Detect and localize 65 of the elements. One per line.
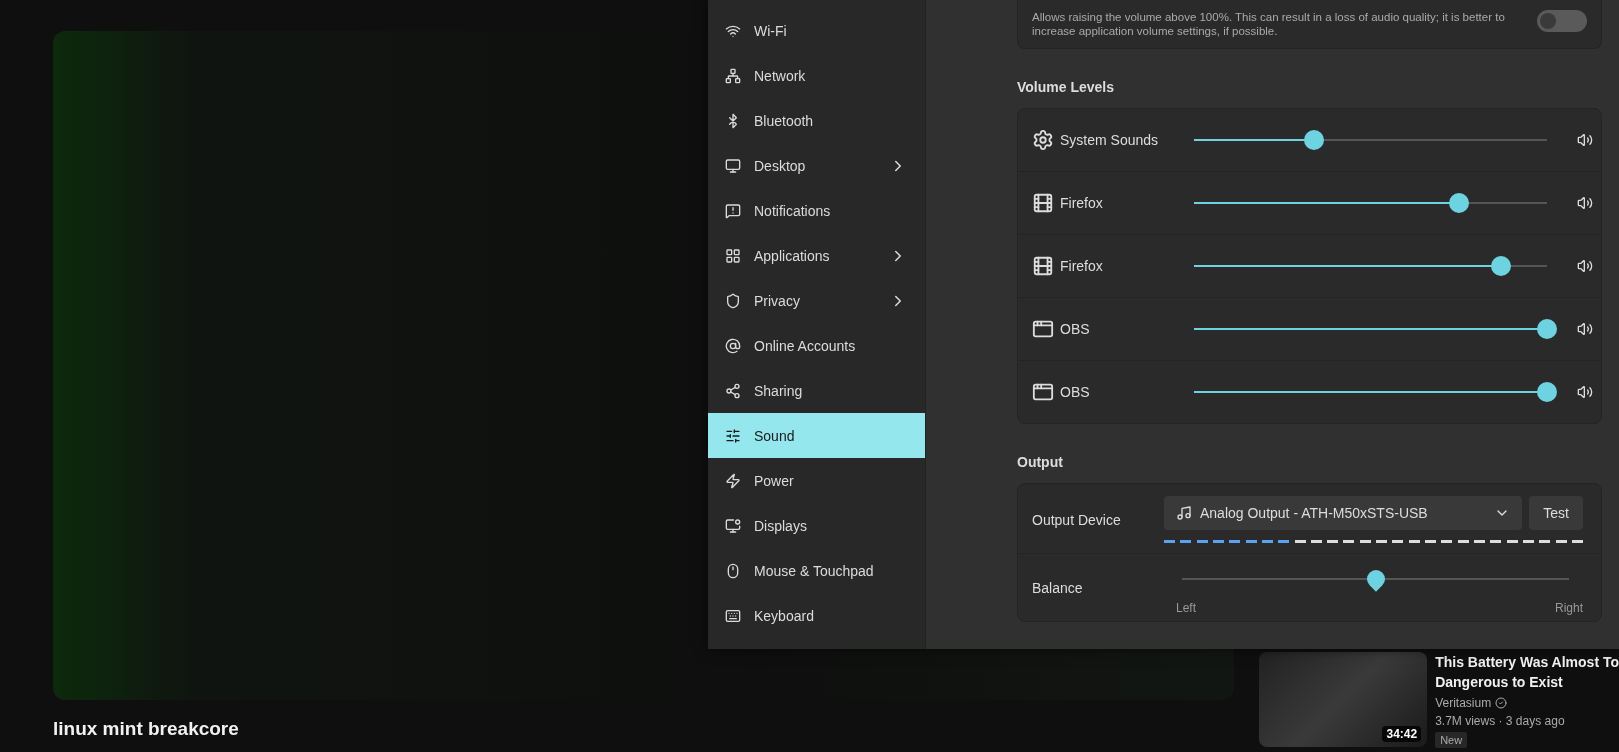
stream-name: System Sounds [1060,132,1160,148]
stream-name: Firefox [1060,195,1104,211]
sidebar-item[interactable]: Displays [708,503,925,548]
sidebar-item[interactable]: Power [708,458,925,503]
sidebar-item[interactable]: Applications [708,233,925,278]
new-badge: New [1435,732,1468,748]
sidebar-item[interactable]: Bluetooth [708,98,925,143]
film-icon [1032,255,1054,277]
speaker-icon[interactable] [1577,258,1593,274]
duration-badge: 34:42 [1382,726,1422,742]
stream-name: OBS [1060,321,1091,337]
speaker-icon[interactable] [1577,384,1593,400]
test-button[interactable]: Test [1529,496,1583,530]
settings-icon [1032,129,1054,151]
speaker-icon[interactable] [1577,195,1593,211]
message-icon [725,202,741,219]
scale-label: Left [1176,600,1196,615]
at-sign-icon [725,337,741,354]
device-dropdown[interactable]: Analog Output - ATH-M50xSTS-USB [1164,496,1523,530]
sidebar-item[interactable]: Notifications [708,188,925,233]
monitor-icon [725,157,741,174]
speaker-icon[interactable] [1577,132,1593,148]
video-title[interactable]: This Battery Was Almost To [1435,652,1619,672]
field-label: Output Device [1032,511,1122,528]
sidebar-item[interactable]: Online Accounts [708,323,925,368]
bolt-icon [725,472,741,489]
film-icon [1032,192,1054,214]
photo-placeholder[interactable]: 34:42 [1259,652,1428,747]
mouse-icon [725,562,741,579]
sidebar-item[interactable]: Mouse & Touchpad [708,548,925,593]
slider-handle[interactable] [1448,193,1469,213]
channel-name[interactable]: Veritasium [1435,694,1492,712]
display-icon [725,517,741,534]
slider-handle[interactable] [1491,256,1512,276]
sidebar-item[interactable]: Sound [708,413,925,458]
app-icon [1032,318,1054,340]
share-icon [725,382,741,399]
sidebar-item[interactable]: Sharing [708,368,925,413]
sidebar-item[interactable]: Privacy [708,278,925,323]
section-heading: Output [1017,454,1064,470]
sidebar-item[interactable]: Desktop [708,143,925,188]
sidebar-item[interactable]: Network [708,53,925,98]
stream-name: Firefox [1060,258,1104,274]
stream-name: OBS [1060,384,1091,400]
sliders-icon [725,427,741,444]
network-icon [725,67,741,84]
keyboard-icon [725,607,741,624]
video-title[interactable]: Dangerous to Exist [1435,672,1619,692]
grid-icon [725,247,741,264]
speaker-icon[interactable] [1577,321,1593,337]
music-icon [1176,505,1192,521]
app-icon [1032,381,1054,403]
slider-handle[interactable] [1537,319,1557,339]
video-meta: 3.7M views · 3 days ago [1435,713,1566,730]
setting-description: Allows raising the volume above 100%. This can result in a loss of audio quality; it is better to increase application volume settings, if possible. [1032,10,1506,38]
shield-icon [725,292,741,309]
sidebar-item[interactable]: Wi-Fi [708,8,925,53]
scale-label: Right [1555,600,1583,615]
slider-handle[interactable] [1537,382,1557,402]
field-label: Balance [1032,579,1084,596]
section-heading: Volume Levels [1017,79,1115,95]
slider-handle[interactable] [1304,130,1324,150]
toggle-switch[interactable] [1537,10,1587,32]
sidebar-item[interactable]: Keyboard [708,593,925,638]
video-title: linux mint breakcore [53,718,240,740]
